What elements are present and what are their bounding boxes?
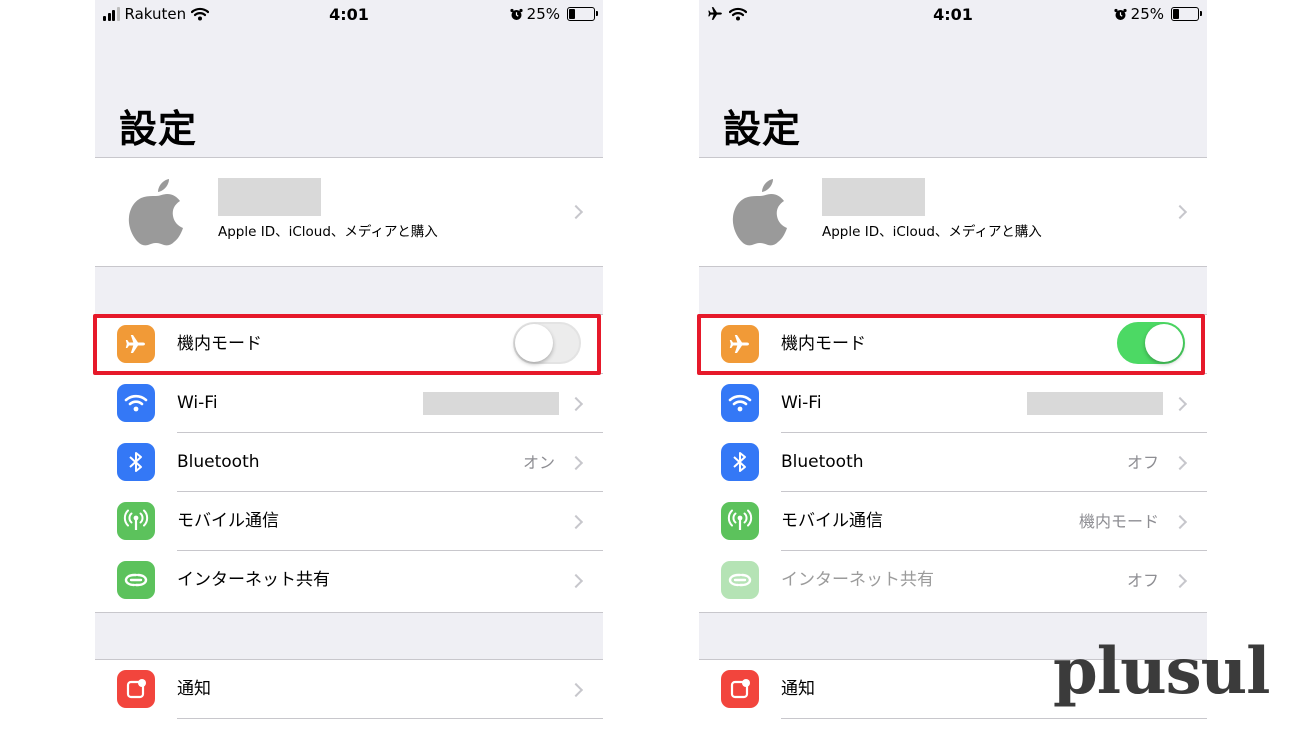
alarm-icon [510, 8, 523, 20]
apple-id-row[interactable]: Apple ID、iCloud、メディアと購入 [95, 157, 603, 267]
row-value: オン [522, 453, 555, 472]
chevron-right-icon [568, 514, 584, 529]
airplane-mode-toggle[interactable] [513, 322, 581, 364]
row-label: Wi-Fi [781, 393, 822, 413]
notifications-icon [721, 670, 759, 708]
airplane-mode-toggle[interactable] [1117, 322, 1185, 364]
chevron-right-icon [568, 204, 584, 220]
row-label: Bluetooth [177, 452, 260, 472]
chevron-right-icon [1172, 396, 1188, 411]
airplane-icon [721, 325, 759, 363]
row-cellular[interactable]: モバイル通信 機内モード [699, 492, 1207, 551]
cellular-antenna-icon [721, 502, 759, 540]
bluetooth-icon [721, 443, 759, 481]
redacted-network-name [1027, 392, 1163, 415]
chevron-right-icon [568, 455, 584, 470]
row-cellular[interactable]: モバイル通信 [95, 492, 603, 551]
row-label: インターネット共有 [781, 570, 934, 590]
row-value: オフ [1126, 571, 1159, 590]
chevron-right-icon [1172, 514, 1188, 529]
row-label: 通知 [781, 679, 815, 699]
battery-icon [1171, 7, 1202, 21]
apple-id-subtitle: Apple ID、iCloud、メディアと購入 [822, 224, 1042, 240]
row-value: 機内モード [1078, 512, 1159, 531]
row-bluetooth[interactable]: Bluetooth オン [95, 433, 603, 492]
status-bar: Rakuten 4:01 25% [95, 0, 603, 28]
row-personal-hotspot[interactable]: インターネット共有 [95, 551, 603, 610]
connectivity-group: 機内モード Wi-Fi Bluetooth オフ モバイル通信 機内モード イン… [699, 314, 1207, 613]
bluetooth-icon [117, 443, 155, 481]
settings-screen-left: Rakuten 4:01 25% 設定 Apple ID、iCloud、メディア… [95, 0, 603, 731]
row-airplane-mode[interactable]: 機内モード [95, 315, 603, 374]
wifi-icon [721, 384, 759, 422]
row-bluetooth[interactable]: Bluetooth オフ [699, 433, 1207, 492]
apple-logo-icon [128, 179, 183, 246]
row-notifications[interactable]: 通知 [95, 660, 603, 719]
redacted-account-name [822, 178, 925, 216]
wifi-icon [117, 384, 155, 422]
airplane-icon [117, 325, 155, 363]
notifications-icon [117, 670, 155, 708]
row-wifi[interactable]: Wi-Fi [699, 374, 1207, 433]
apple-id-row[interactable]: Apple ID、iCloud、メディアと購入 [699, 157, 1207, 267]
row-label: モバイル通信 [177, 511, 279, 531]
chevron-right-icon [568, 573, 584, 588]
redacted-network-name [423, 392, 559, 415]
row-label: Bluetooth [781, 452, 864, 472]
row-label: 通知 [177, 679, 211, 699]
status-bar: 4:01 25% [699, 0, 1207, 28]
row-airplane-mode[interactable]: 機内モード [699, 315, 1207, 374]
row-wifi[interactable]: Wi-Fi [95, 374, 603, 433]
chevron-right-icon [568, 682, 584, 697]
battery-percent: 25% [1130, 5, 1164, 23]
hotspot-link-icon [721, 561, 759, 599]
row-personal-hotspot[interactable]: インターネット共有 オフ [699, 551, 1207, 610]
hotspot-link-icon [117, 561, 155, 599]
row-label: モバイル通信 [781, 511, 883, 531]
battery-icon [567, 7, 598, 21]
chevron-right-icon [568, 396, 584, 411]
row-label: 機内モード [781, 334, 866, 354]
page-title: 設定 [723, 107, 802, 151]
row-label: インターネット共有 [177, 570, 330, 590]
row-label: 機内モード [177, 334, 262, 354]
settings-screen-right: 4:01 25% 設定 Apple ID、iCloud、メディアと購入 機内モー… [699, 0, 1207, 731]
chevron-right-icon [1172, 204, 1188, 220]
alarm-icon [1114, 8, 1127, 20]
redacted-account-name [218, 178, 321, 216]
chevron-right-icon [1172, 455, 1188, 470]
chevron-right-icon [1172, 573, 1188, 588]
apple-logo-icon [732, 179, 787, 246]
row-value: オフ [1126, 453, 1159, 472]
watermark-logo: plusul [1053, 634, 1270, 709]
notifications-group: 通知 [95, 659, 603, 731]
battery-percent: 25% [526, 5, 560, 23]
page-title: 設定 [119, 107, 198, 151]
connectivity-group: 機内モード Wi-Fi Bluetooth オン モバイル通信 インターネット共… [95, 314, 603, 613]
row-label: Wi-Fi [177, 393, 218, 413]
cellular-antenna-icon [117, 502, 155, 540]
apple-id-subtitle: Apple ID、iCloud、メディアと購入 [218, 224, 438, 240]
